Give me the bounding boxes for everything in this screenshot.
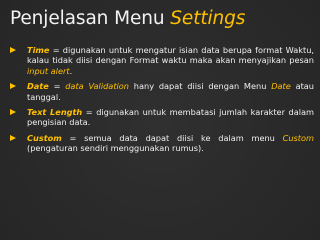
slide-title: Penjelasan Menu Settings xyxy=(10,8,245,29)
bullet-text: Time = digunakan untuk mengatur isian da… xyxy=(27,45,314,76)
bullet-text-italic: Date xyxy=(271,81,291,92)
bullet-item-time: Time = digunakan untuk mengatur isian da… xyxy=(10,45,314,76)
bullet-item-text-length: Text Length = digunakan untuk membatasi … xyxy=(10,107,314,128)
bullet-term: Custom xyxy=(27,132,62,143)
bullet-item-custom: Custom = semua data dapat diisi ke dalam… xyxy=(10,133,314,154)
bullet-text-part: hany dapat diisi dengan Menu xyxy=(129,81,272,92)
bullet-text-part: = digunakan untuk mengatur isian data be… xyxy=(27,45,314,66)
bullet-arrow-icon xyxy=(10,134,16,141)
bullet-text-italic: data Validation xyxy=(65,81,130,92)
bullet-term: Date xyxy=(27,81,49,92)
bullet-text-italic: Custom xyxy=(282,132,314,143)
bullet-text: Custom = semua data dapat diisi ke dalam… xyxy=(27,133,314,154)
bullet-text: Date = data Validation hany dapat diisi … xyxy=(27,81,314,102)
bullet-arrow-icon xyxy=(10,47,16,53)
bullet-arrow-icon xyxy=(10,109,16,116)
bullet-text-part: . xyxy=(69,65,73,76)
bullet-text-part: = semua data dapat diisi ke dalam menu xyxy=(61,132,283,143)
title-emphasis: Settings xyxy=(170,8,246,29)
bullet-list: Time = digunakan untuk mengatur isian da… xyxy=(10,45,314,159)
bullet-term: Text Length xyxy=(27,107,83,118)
bullet-arrow-icon xyxy=(10,83,16,90)
bullet-text-part: = xyxy=(48,81,66,92)
bullet-item-date: Date = data Validation hany dapat diisi … xyxy=(10,81,314,102)
title-text: Penjelasan Menu xyxy=(10,8,171,29)
bullet-text-part: (pengaturan sendiri menggunakan rumus). xyxy=(27,143,204,154)
bullet-text-italic: input alert xyxy=(27,65,70,76)
slide: Penjelasan Menu Settings Time = digunaka… xyxy=(0,0,320,240)
bullet-text: Text Length = digunakan untuk membatasi … xyxy=(27,107,314,128)
bullet-term: Time xyxy=(27,45,50,55)
